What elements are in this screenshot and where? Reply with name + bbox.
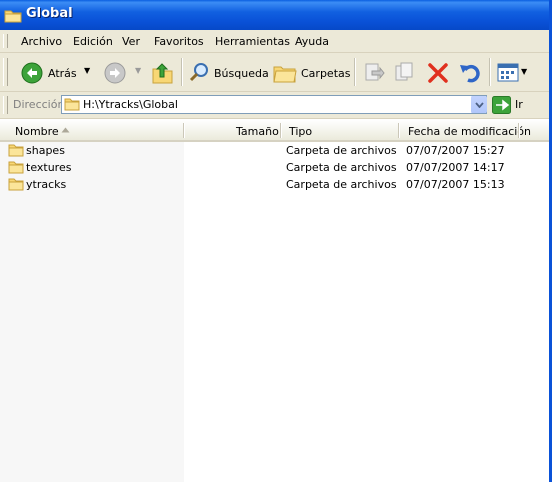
back-dropdown-arrow[interactable]: ▼ [84,66,90,75]
menu-herramientas[interactable]: Herramientas [215,35,290,48]
copy-to-icon[interactable] [394,62,416,84]
column-separator[interactable] [518,123,520,138]
folder-icon [4,10,22,23]
column-header-modified[interactable]: Fecha de modificación [408,125,531,138]
file-modified: 07/07/2007 14:17 [406,161,505,174]
menu-grip[interactable] [3,34,8,48]
file-name[interactable]: textures [26,161,71,174]
views-icon[interactable] [497,63,519,83]
menu-favoritos[interactable]: Favoritos [154,35,204,48]
up-folder-icon[interactable] [152,61,174,85]
back-button-label[interactable]: Atrás [48,67,77,80]
address-dropdown-button[interactable] [470,96,487,113]
column-header-size[interactable]: Tamaño [236,125,279,138]
folder-icon [8,144,24,157]
undo-icon[interactable] [458,61,482,83]
file-modified: 07/07/2007 15:13 [406,178,505,191]
folder-icon [8,178,24,191]
go-arrow-icon[interactable] [492,96,511,114]
file-modified: 07/07/2007 15:27 [406,144,505,157]
folders-button-label[interactable]: Carpetas [301,67,350,80]
list-item[interactable]: textures Carpeta de archivos 07/07/2007 … [0,159,552,176]
toolbar-grip[interactable] [3,58,8,86]
folder-icon [8,161,24,174]
window-title: Global [26,6,73,21]
search-icon[interactable] [189,61,211,83]
move-to-icon[interactable] [363,62,385,84]
menu-edicion[interactable]: Edición [73,35,113,48]
menu-archivo[interactable]: Archivo [21,35,62,48]
toolbar-separator [181,58,183,86]
sorted-column-highlight [0,142,184,482]
column-header-type[interactable]: Tipo [289,125,312,138]
column-separator[interactable] [280,123,282,138]
column-header-name[interactable]: Nombre [15,125,59,138]
file-type: Carpeta de archivos [286,178,397,191]
menu-ver[interactable]: Ver [122,35,140,48]
chevron-down-icon [474,101,484,108]
file-type: Carpeta de archivos [286,144,397,157]
title-bar[interactable] [0,0,552,30]
go-button-label[interactable]: Ir [515,98,523,111]
menu-ayuda[interactable]: Ayuda [295,35,329,48]
search-button-label[interactable]: Búsqueda [214,67,269,80]
list-item[interactable]: shapes Carpeta de archivos 07/07/2007 15… [0,142,552,159]
file-type: Carpeta de archivos [286,161,397,174]
forward-dropdown-arrow[interactable]: ▼ [135,66,141,75]
address-label: Dirección [13,98,65,111]
delete-icon[interactable] [427,62,449,84]
toolbar-separator [354,58,356,86]
file-name[interactable]: ytracks [26,178,66,191]
column-separator[interactable] [398,123,400,138]
address-value[interactable]: H:\Ytracks\Global [83,98,178,111]
list-item[interactable]: ytracks Carpeta de archivos 07/07/2007 1… [0,176,552,193]
address-grip[interactable] [3,96,8,114]
file-name[interactable]: shapes [26,144,65,157]
toolbar-separator [489,58,491,86]
views-dropdown-arrow[interactable]: ▼ [521,67,527,76]
column-separator[interactable] [183,123,185,138]
back-icon[interactable] [21,62,43,84]
forward-icon[interactable] [104,62,126,84]
folders-icon[interactable] [273,62,297,84]
sort-ascending-icon [61,127,70,133]
folder-icon [64,98,80,111]
